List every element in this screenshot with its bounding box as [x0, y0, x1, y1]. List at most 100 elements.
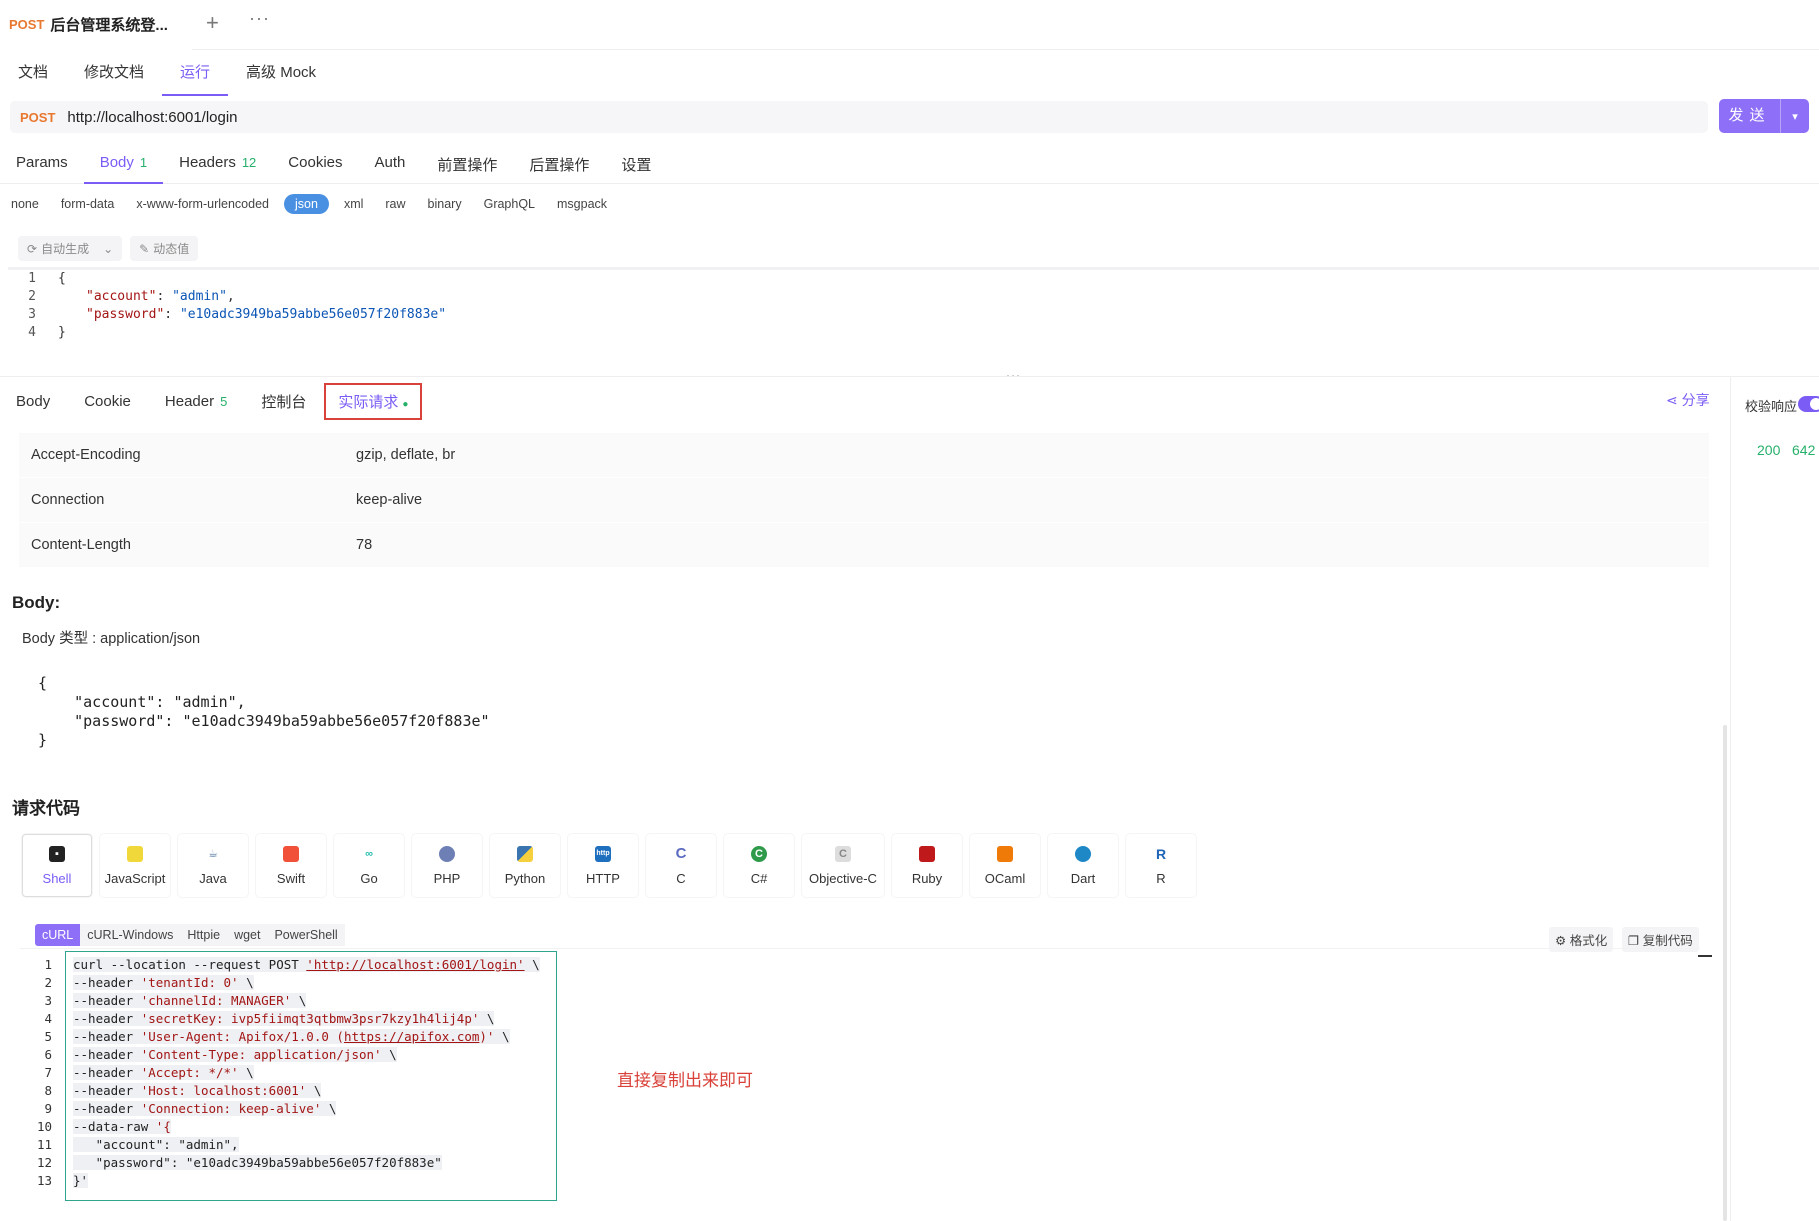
javascript-icon	[127, 845, 143, 862]
body-type-urlencoded[interactable]: x-www-form-urlencoded	[125, 194, 280, 214]
subtab-advanced-mock[interactable]: 高级 Mock	[228, 52, 334, 94]
header-key: Connection	[31, 492, 105, 508]
send-label[interactable]: 发送	[1719, 99, 1781, 133]
body-type-graphql[interactable]: GraphQL	[473, 194, 546, 214]
line-number: 5	[44, 1029, 52, 1044]
header-key: Accept-Encoding	[31, 447, 141, 463]
chevron-down-icon[interactable]: ⌄	[103, 242, 113, 256]
line-number: 11	[36, 1137, 52, 1152]
chevron-down-icon[interactable]: ▾	[1781, 110, 1809, 123]
tab-headers[interactable]: Headers 12	[163, 146, 272, 183]
header-key: Content-Length	[31, 537, 131, 553]
resp-tab-header[interactable]: Header 5	[149, 387, 243, 416]
url-input[interactable]: http://localhost:6001/login	[67, 109, 237, 126]
request-code-heading: 请求代码	[12, 799, 80, 818]
table-row: Accept-Encoding gzip, deflate, br	[19, 433, 1709, 478]
count-badge: 5	[220, 393, 228, 409]
lang-http[interactable]: http HTTP	[568, 834, 638, 897]
resize-handle[interactable]: ···	[1006, 368, 1021, 382]
tab-cookies[interactable]: Cookies	[272, 146, 358, 183]
line-number: 10	[36, 1119, 52, 1134]
lang-javascript[interactable]: JavaScript	[100, 834, 170, 897]
tab-params[interactable]: Params	[0, 146, 84, 183]
variant-wget[interactable]: wget	[227, 924, 268, 946]
lang-shell[interactable]: ▪ Shell	[22, 834, 92, 897]
status-code: 200	[1757, 442, 1781, 458]
lang-java[interactable]: ☕ Java	[178, 834, 248, 897]
lang-swift[interactable]: Swift	[256, 834, 326, 897]
url-method[interactable]: POST	[20, 110, 55, 125]
resp-tab-body[interactable]: Body	[0, 387, 66, 416]
request-tabs: Params Body 1 Headers 12 Cookies Auth 前置操作…	[0, 146, 1819, 184]
line-number: 6	[44, 1047, 52, 1062]
variant-curl[interactable]: cURL	[35, 924, 81, 946]
subtab-edit-doc[interactable]: 修改文档	[66, 52, 162, 94]
lang-dart[interactable]: Dart	[1048, 834, 1118, 897]
body-type-binary[interactable]: binary	[417, 194, 473, 214]
body-json: { "account": "admin", "password": "e10ad…	[38, 674, 490, 749]
lang-go[interactable]: ∞ Go	[334, 834, 404, 897]
response-time: 642	[1792, 442, 1816, 458]
body-editor[interactable]: 1 2 3 4 { "account": "admin", "password"…	[8, 267, 1819, 367]
tab-settings[interactable]: 设置	[605, 146, 667, 183]
share-icon: ⋖	[1666, 392, 1682, 408]
top-tab-bar	[0, 0, 1819, 50]
shell-icon: ▪	[49, 845, 65, 862]
body-type-xml[interactable]: xml	[333, 194, 374, 214]
tab-post-actions[interactable]: 后置操作	[513, 146, 605, 183]
line-number: 8	[44, 1083, 52, 1098]
resp-tab-cookie[interactable]: Cookie	[68, 387, 147, 416]
code-line: --header 'secretKey: ivp5fiimqt3qtbmw3ps…	[73, 1011, 495, 1026]
add-tab-icon[interactable]: +	[206, 10, 219, 36]
tab-body[interactable]: Body 1	[83, 146, 164, 184]
line-number: 12	[36, 1155, 52, 1170]
swift-icon	[283, 845, 299, 862]
share-button[interactable]: ⋖ 分享	[1666, 390, 1710, 410]
body-type-form-data[interactable]: form-data	[50, 194, 126, 214]
lang-ruby[interactable]: Ruby	[892, 834, 962, 897]
code-line: --header 'Accept: */*' \	[73, 1065, 254, 1080]
code-line: "password": "e10adc3949ba59abbe56e057f20…	[73, 1155, 442, 1170]
tab-auth[interactable]: Auth	[359, 146, 422, 183]
lang-php[interactable]: PHP	[412, 834, 482, 897]
scrollbar[interactable]	[1723, 725, 1727, 1221]
annotation-note: 直接复制出来即可	[617, 1071, 753, 1090]
code-line: --header 'Content-Type: application/json…	[73, 1047, 397, 1062]
code-line: {	[58, 271, 66, 286]
variant-curl-windows[interactable]: cURL-Windows	[80, 924, 181, 946]
url-bar[interactable]: POST http://localhost:6001/login	[10, 101, 1708, 133]
send-button[interactable]: 发送 ▾	[1719, 99, 1809, 133]
java-icon: ☕	[205, 845, 221, 862]
variant-httpie[interactable]: Httpie	[180, 924, 228, 946]
doc-subtabs: 文档 修改文档 运行 高级 Mock	[0, 52, 334, 96]
ocaml-icon	[997, 845, 1013, 862]
dynamic-value-button[interactable]: ✎ 动态值	[130, 236, 199, 261]
body-type-json[interactable]: json	[284, 194, 329, 214]
resp-tab-actual-request[interactable]: 实际请求 ●	[324, 382, 423, 420]
code-line: --header 'tenantId: 0' \	[73, 975, 254, 990]
request-file-tab[interactable]: POST 后台管理系统登...	[0, 0, 192, 50]
lang-r[interactable]: RR	[1126, 834, 1196, 897]
lang-csharp[interactable]: C C#	[724, 834, 794, 897]
auto-generate-button[interactable]: ⟳ 自动生成 ⌄	[18, 236, 123, 261]
body-type-selector: none form-data x-www-form-urlencoded jso…	[0, 193, 618, 215]
lang-python[interactable]: Python	[490, 834, 560, 897]
r-icon: R	[1153, 845, 1169, 862]
php-icon	[439, 845, 455, 862]
lang-objective-c[interactable]: C Objective-C	[802, 834, 884, 897]
variant-powershell[interactable]: PowerShell	[267, 924, 345, 946]
subtab-doc[interactable]: 文档	[0, 52, 66, 94]
body-type-none[interactable]: none	[0, 194, 50, 214]
verify-toggle[interactable]	[1798, 396, 1819, 412]
more-icon[interactable]: ···	[249, 8, 270, 29]
python-icon	[517, 845, 533, 862]
resp-tab-console[interactable]: 控制台	[245, 385, 322, 418]
lang-ocaml[interactable]: OCaml	[970, 834, 1040, 897]
code-line: --data-raw '{	[73, 1119, 171, 1134]
request-headers-table: Accept-Encoding gzip, deflate, br Connec…	[19, 433, 1709, 568]
lang-c[interactable]: CC	[646, 834, 716, 897]
subtab-run[interactable]: 运行	[162, 52, 229, 96]
body-type-msgpack[interactable]: msgpack	[546, 194, 618, 214]
body-type-raw[interactable]: raw	[374, 194, 416, 214]
tab-pre-actions[interactable]: 前置操作	[421, 146, 513, 183]
